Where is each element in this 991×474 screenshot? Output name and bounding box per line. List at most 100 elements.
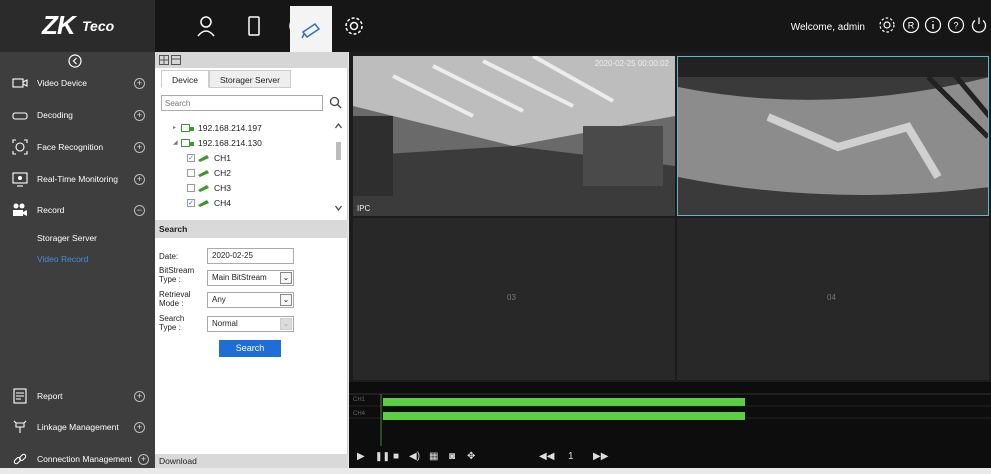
sidebar-item-decoding[interactable]: Decoding + bbox=[0, 100, 155, 130]
tab-device[interactable]: Device bbox=[161, 70, 209, 88]
expand-icon[interactable]: + bbox=[134, 77, 145, 89]
pause-icon[interactable]: ❚❚ bbox=[375, 451, 390, 462]
sidebar-item-label: Linkage Management bbox=[37, 422, 119, 432]
sidebar-item-face-recognition[interactable]: Face Recognition + bbox=[0, 132, 155, 162]
panel-toolbar bbox=[155, 52, 348, 68]
channel-checkbox[interactable]: ✓ bbox=[187, 153, 195, 162]
sidebar-item-record[interactable]: Record − bbox=[0, 195, 155, 225]
channel-camera-icon bbox=[198, 199, 209, 207]
settings-icon[interactable] bbox=[878, 16, 896, 34]
download-section-header[interactable]: Download bbox=[155, 454, 348, 468]
door-icon[interactable] bbox=[240, 12, 268, 40]
bitstream-select[interactable]: Main BitStream ⌄ bbox=[207, 270, 294, 286]
video-cell-3[interactable]: 03 bbox=[353, 218, 675, 380]
tree-scrollbar[interactable] bbox=[334, 120, 343, 214]
date-value: 2020-02-25 bbox=[212, 251, 253, 260]
svg-text:R: R bbox=[908, 21, 915, 31]
fullscreen-icon[interactable]: ✥ bbox=[467, 451, 475, 462]
sidebar-item-label: Real-Time Monitoring bbox=[37, 174, 118, 184]
svg-text:?: ? bbox=[953, 21, 958, 31]
video-feed-image bbox=[678, 57, 988, 215]
sidebar-item-label: Report bbox=[37, 391, 63, 401]
registered-icon[interactable]: R bbox=[902, 16, 920, 34]
expand-icon[interactable]: + bbox=[134, 390, 145, 402]
date-field[interactable]: 2020-02-25 bbox=[207, 248, 294, 264]
collapse-icon[interactable] bbox=[68, 54, 82, 68]
tree-device-row[interactable]: ▸ 192.168.214.197 bbox=[173, 120, 333, 135]
channel-checkbox[interactable] bbox=[187, 168, 195, 177]
panel-tabs: Device Storager Server bbox=[161, 70, 291, 88]
channel-camera-icon bbox=[198, 154, 209, 162]
device-panel: Device Storager Server ▸ 192.168.214.197… bbox=[155, 52, 348, 468]
help-icon[interactable]: ? bbox=[947, 16, 965, 34]
sidebar-subitem-video-record[interactable]: Video Record bbox=[37, 254, 88, 264]
clip-icon[interactable]: ▦ bbox=[429, 451, 438, 462]
video-cell-1[interactable]: 2020-02-25 00:00:02 IPC bbox=[353, 56, 675, 216]
tree-channel-row[interactable]: ✓ CH4 bbox=[173, 195, 333, 210]
bitstream-value: Main BitStream bbox=[212, 273, 267, 282]
channel-camera-icon bbox=[198, 184, 209, 192]
sidebar-item-report[interactable]: Report + bbox=[0, 381, 155, 411]
tree-device-row[interactable]: ◢ 192.168.214.130 bbox=[173, 135, 333, 150]
retrieval-mode-select[interactable]: Any ⌄ bbox=[207, 292, 294, 308]
tree-channel-row[interactable]: CH2 bbox=[173, 165, 333, 180]
sidebar-item-real-time-monitoring[interactable]: Real-Time Monitoring + bbox=[0, 164, 155, 194]
power-icon[interactable] bbox=[970, 16, 988, 34]
volume-icon[interactable]: ◀) bbox=[409, 451, 420, 462]
camera-icon[interactable] bbox=[290, 6, 332, 52]
expand-icon[interactable]: + bbox=[134, 109, 145, 121]
video-cell-2[interactable] bbox=[677, 56, 989, 216]
tree-label: CH4 bbox=[214, 197, 232, 208]
tree-channel-row[interactable]: CH3 bbox=[173, 180, 333, 195]
logo-main: ZK bbox=[42, 10, 76, 40]
recording-bar[interactable] bbox=[383, 412, 745, 420]
chevron-down-icon: ⌄ bbox=[280, 272, 292, 284]
fast-icon[interactable]: ▶▶ bbox=[593, 451, 608, 462]
sidebar-item-video-device[interactable]: Video Device + bbox=[0, 68, 155, 98]
channel-checkbox[interactable]: ✓ bbox=[187, 198, 195, 207]
logo-sub: Teco bbox=[82, 18, 115, 34]
timeline-row-label: CH1 bbox=[353, 397, 366, 403]
video-source-label: IPC bbox=[357, 204, 371, 213]
info-icon[interactable] bbox=[924, 16, 942, 34]
face-icon bbox=[12, 139, 28, 155]
recording-bar[interactable] bbox=[383, 398, 745, 406]
playback-controls: ▶ ❚❚ ■ ◀) ▦ ◙ ✥ ◀◀ 1 ▶▶ bbox=[349, 446, 991, 468]
playback-timeline[interactable]: CH1 CH4 bbox=[349, 382, 991, 446]
bitstream-label: BitStream Type : bbox=[159, 266, 195, 284]
sidebar-item-connection-management[interactable]: Connection Management + bbox=[0, 444, 155, 474]
expand-icon[interactable]: + bbox=[138, 453, 149, 465]
tree-channel-row[interactable]: ✓ CH1 bbox=[173, 150, 333, 165]
decoder-icon bbox=[12, 107, 28, 123]
search-icon[interactable] bbox=[329, 96, 342, 109]
report-icon bbox=[12, 388, 28, 404]
sidebar-item-label: Video Device bbox=[37, 78, 87, 88]
video-camera-icon bbox=[12, 202, 28, 218]
expand-icon[interactable]: + bbox=[134, 141, 145, 153]
expand-icon[interactable]: + bbox=[134, 173, 145, 185]
sidebar-item-linkage-management[interactable]: Linkage Management + bbox=[0, 412, 155, 442]
device-search-input[interactable] bbox=[161, 95, 323, 111]
gear-icon[interactable] bbox=[340, 12, 368, 40]
video-grid: 2020-02-25 00:00:02 IPC 03 04 CH1 CH4 ▶ … bbox=[349, 52, 991, 468]
search-section-header: Search bbox=[155, 220, 348, 238]
sidebar-subitem-storager-server[interactable]: Storager Server bbox=[37, 233, 97, 243]
slow-icon[interactable]: ◀◀ bbox=[539, 451, 554, 462]
video-feed-image bbox=[353, 56, 675, 216]
expand-icon[interactable]: + bbox=[134, 421, 145, 433]
play-icon[interactable]: ▶ bbox=[357, 451, 365, 462]
video-cell-4[interactable]: 04 bbox=[677, 218, 989, 380]
channel-checkbox[interactable] bbox=[187, 183, 195, 192]
tree-label: 192.168.214.197 bbox=[198, 122, 262, 133]
welcome-text: Welcome, admin bbox=[790, 22, 865, 33]
layout-icon[interactable] bbox=[159, 55, 181, 65]
sidebar: Video Device + Decoding + Face Recogniti… bbox=[0, 52, 155, 468]
tab-storager-server[interactable]: Storager Server bbox=[208, 70, 291, 88]
snapshot-icon[interactable]: ◙ bbox=[449, 451, 455, 462]
channel-camera-icon bbox=[198, 169, 209, 177]
person-icon[interactable] bbox=[192, 12, 220, 40]
collapse-section-icon[interactable]: − bbox=[134, 204, 145, 216]
stop-icon[interactable]: ■ bbox=[393, 451, 399, 462]
search-type-select[interactable]: Normal ⌄ bbox=[207, 316, 294, 332]
search-button[interactable]: Search bbox=[219, 340, 281, 357]
